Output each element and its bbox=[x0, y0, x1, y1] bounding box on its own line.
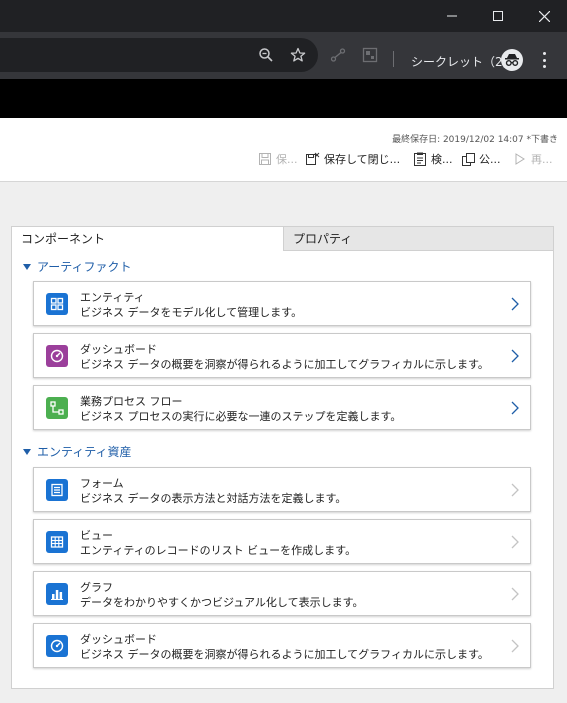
process-flow-icon bbox=[46, 397, 68, 419]
card-description: データをわかりやすくかつビジュアル化して表示します。 bbox=[80, 596, 364, 609]
card-description: ビジネス プロセスの実行に必要な一連のステップを定義します。 bbox=[80, 410, 402, 423]
play-button[interactable]: 再... bbox=[513, 150, 553, 168]
chevron-right-icon bbox=[510, 296, 520, 312]
component-card-view[interactable]: ビュー エンティティのレコードのリスト ビューを作成します。 bbox=[33, 519, 531, 564]
section-title: アーティファクト bbox=[37, 260, 132, 274]
collapse-triangle-icon bbox=[23, 263, 31, 270]
incognito-avatar[interactable] bbox=[501, 49, 523, 71]
publish-label: 公... bbox=[479, 153, 501, 166]
close-window-button[interactable] bbox=[521, 0, 567, 32]
chevron-right-icon bbox=[510, 638, 520, 654]
card-title: エンティティ bbox=[80, 291, 145, 304]
entity-icon bbox=[46, 293, 68, 315]
chevron-right-icon bbox=[510, 586, 520, 602]
card-description: ビジネス データの概要を洞察が得られるように加工してグラフィカルに示します。 bbox=[80, 358, 489, 371]
component-card-dashboard-asset[interactable]: ダッシュボード ビジネス データの概要を洞察が得られるように加工してグラフィカル… bbox=[33, 623, 531, 668]
card-title: ダッシュボード bbox=[80, 633, 157, 646]
zoom-icon bbox=[259, 48, 273, 62]
minimize-icon bbox=[447, 15, 457, 17]
maximize-button[interactable] bbox=[475, 0, 521, 32]
extension-grid-icon bbox=[362, 47, 378, 63]
extension-button[interactable] bbox=[328, 45, 348, 65]
maximize-icon bbox=[493, 11, 503, 21]
section-title: エンティティ資産 bbox=[37, 445, 132, 459]
validate-button[interactable]: 検... bbox=[413, 150, 453, 168]
save-label: 保... bbox=[276, 153, 298, 166]
panel-tabs: コンポーネント プロパティ bbox=[12, 227, 553, 251]
save-icon bbox=[258, 152, 272, 166]
collapse-triangle-icon bbox=[23, 448, 31, 455]
card-title: 業務プロセス フロー bbox=[80, 395, 183, 408]
publish-icon bbox=[461, 152, 475, 166]
card-title: フォーム bbox=[80, 477, 124, 490]
chevron-right-icon bbox=[510, 482, 520, 498]
extension-grid-button[interactable] bbox=[360, 45, 380, 65]
last-saved-status: 最終保存日: 2019/12/02 14:07 *下書き bbox=[392, 135, 558, 145]
browser-title-bar bbox=[0, 0, 567, 32]
components-panel: コンポーネント プロパティ アーティファクト エンティティ ビジネス データをモ… bbox=[11, 226, 554, 689]
publish-button[interactable]: 公... bbox=[461, 150, 501, 168]
component-card-dashboard[interactable]: ダッシュボード ビジネス データの概要を洞察が得られるように加工してグラフィカル… bbox=[33, 333, 531, 378]
play-icon bbox=[513, 152, 527, 166]
chevron-right-icon bbox=[510, 534, 520, 550]
tab-components[interactable]: コンポーネント bbox=[12, 227, 283, 251]
close-icon bbox=[538, 10, 550, 22]
toolbar-separator bbox=[393, 51, 394, 67]
chart-icon bbox=[46, 583, 68, 605]
chevron-right-icon bbox=[510, 348, 520, 364]
incognito-icon bbox=[505, 54, 519, 66]
card-description: ビジネス データの表示方法と対話方法を定義します。 bbox=[80, 492, 347, 505]
play-label: 再... bbox=[531, 153, 553, 166]
card-title: ビュー bbox=[80, 529, 113, 542]
zoom-button[interactable] bbox=[256, 45, 276, 65]
minimize-button[interactable] bbox=[429, 0, 475, 32]
command-bar: 最終保存日: 2019/12/02 14:07 *下書き 保... 保存して閉じ… bbox=[0, 118, 567, 182]
dashboard-icon bbox=[46, 635, 68, 657]
component-card-business-process-flow[interactable]: 業務プロセス フロー ビジネス プロセスの実行に必要な一連のステップを定義します… bbox=[33, 385, 531, 430]
validate-label: 検... bbox=[431, 153, 453, 166]
dashboard-icon bbox=[46, 345, 68, 367]
bookmark-star-button[interactable] bbox=[288, 45, 308, 65]
save-and-close-button[interactable]: 保存して閉じ... bbox=[306, 150, 400, 168]
component-card-form[interactable]: フォーム ビジネス データの表示方法と対話方法を定義します。 bbox=[33, 467, 531, 512]
section-entity-assets-header[interactable]: エンティティ資産 bbox=[23, 443, 132, 460]
card-description: ビジネス データの概要を洞察が得られるように加工してグラフィカルに示します。 bbox=[80, 648, 489, 661]
component-card-entity[interactable]: エンティティ ビジネス データをモデル化して管理します。 bbox=[33, 281, 531, 326]
card-description: エンティティのレコードのリスト ビューを作成します。 bbox=[80, 544, 357, 557]
save-button[interactable]: 保... bbox=[258, 150, 298, 168]
card-title: グラフ bbox=[80, 581, 113, 594]
save-close-icon bbox=[306, 152, 320, 166]
incognito-label[interactable]: シークレット（2） bbox=[411, 53, 515, 70]
component-card-chart[interactable]: グラフ データをわかりやすくかつビジュアル化して表示します。 bbox=[33, 571, 531, 616]
star-icon bbox=[290, 47, 306, 62]
section-artifacts-header[interactable]: アーティファクト bbox=[23, 258, 132, 275]
app-header-band bbox=[0, 79, 567, 118]
form-icon bbox=[46, 479, 68, 501]
browser-menu-button[interactable] bbox=[538, 52, 550, 68]
extension-icon bbox=[330, 48, 346, 62]
kebab-menu-icon bbox=[542, 52, 546, 55]
tab-properties[interactable]: プロパティ bbox=[283, 227, 553, 251]
card-description: ビジネス データをモデル化して管理します。 bbox=[80, 306, 303, 319]
validate-icon bbox=[413, 152, 427, 166]
view-grid-icon bbox=[46, 531, 68, 553]
save-and-close-label: 保存して閉じ... bbox=[324, 153, 401, 166]
card-title: ダッシュボード bbox=[80, 343, 157, 356]
chevron-right-icon bbox=[510, 400, 520, 416]
